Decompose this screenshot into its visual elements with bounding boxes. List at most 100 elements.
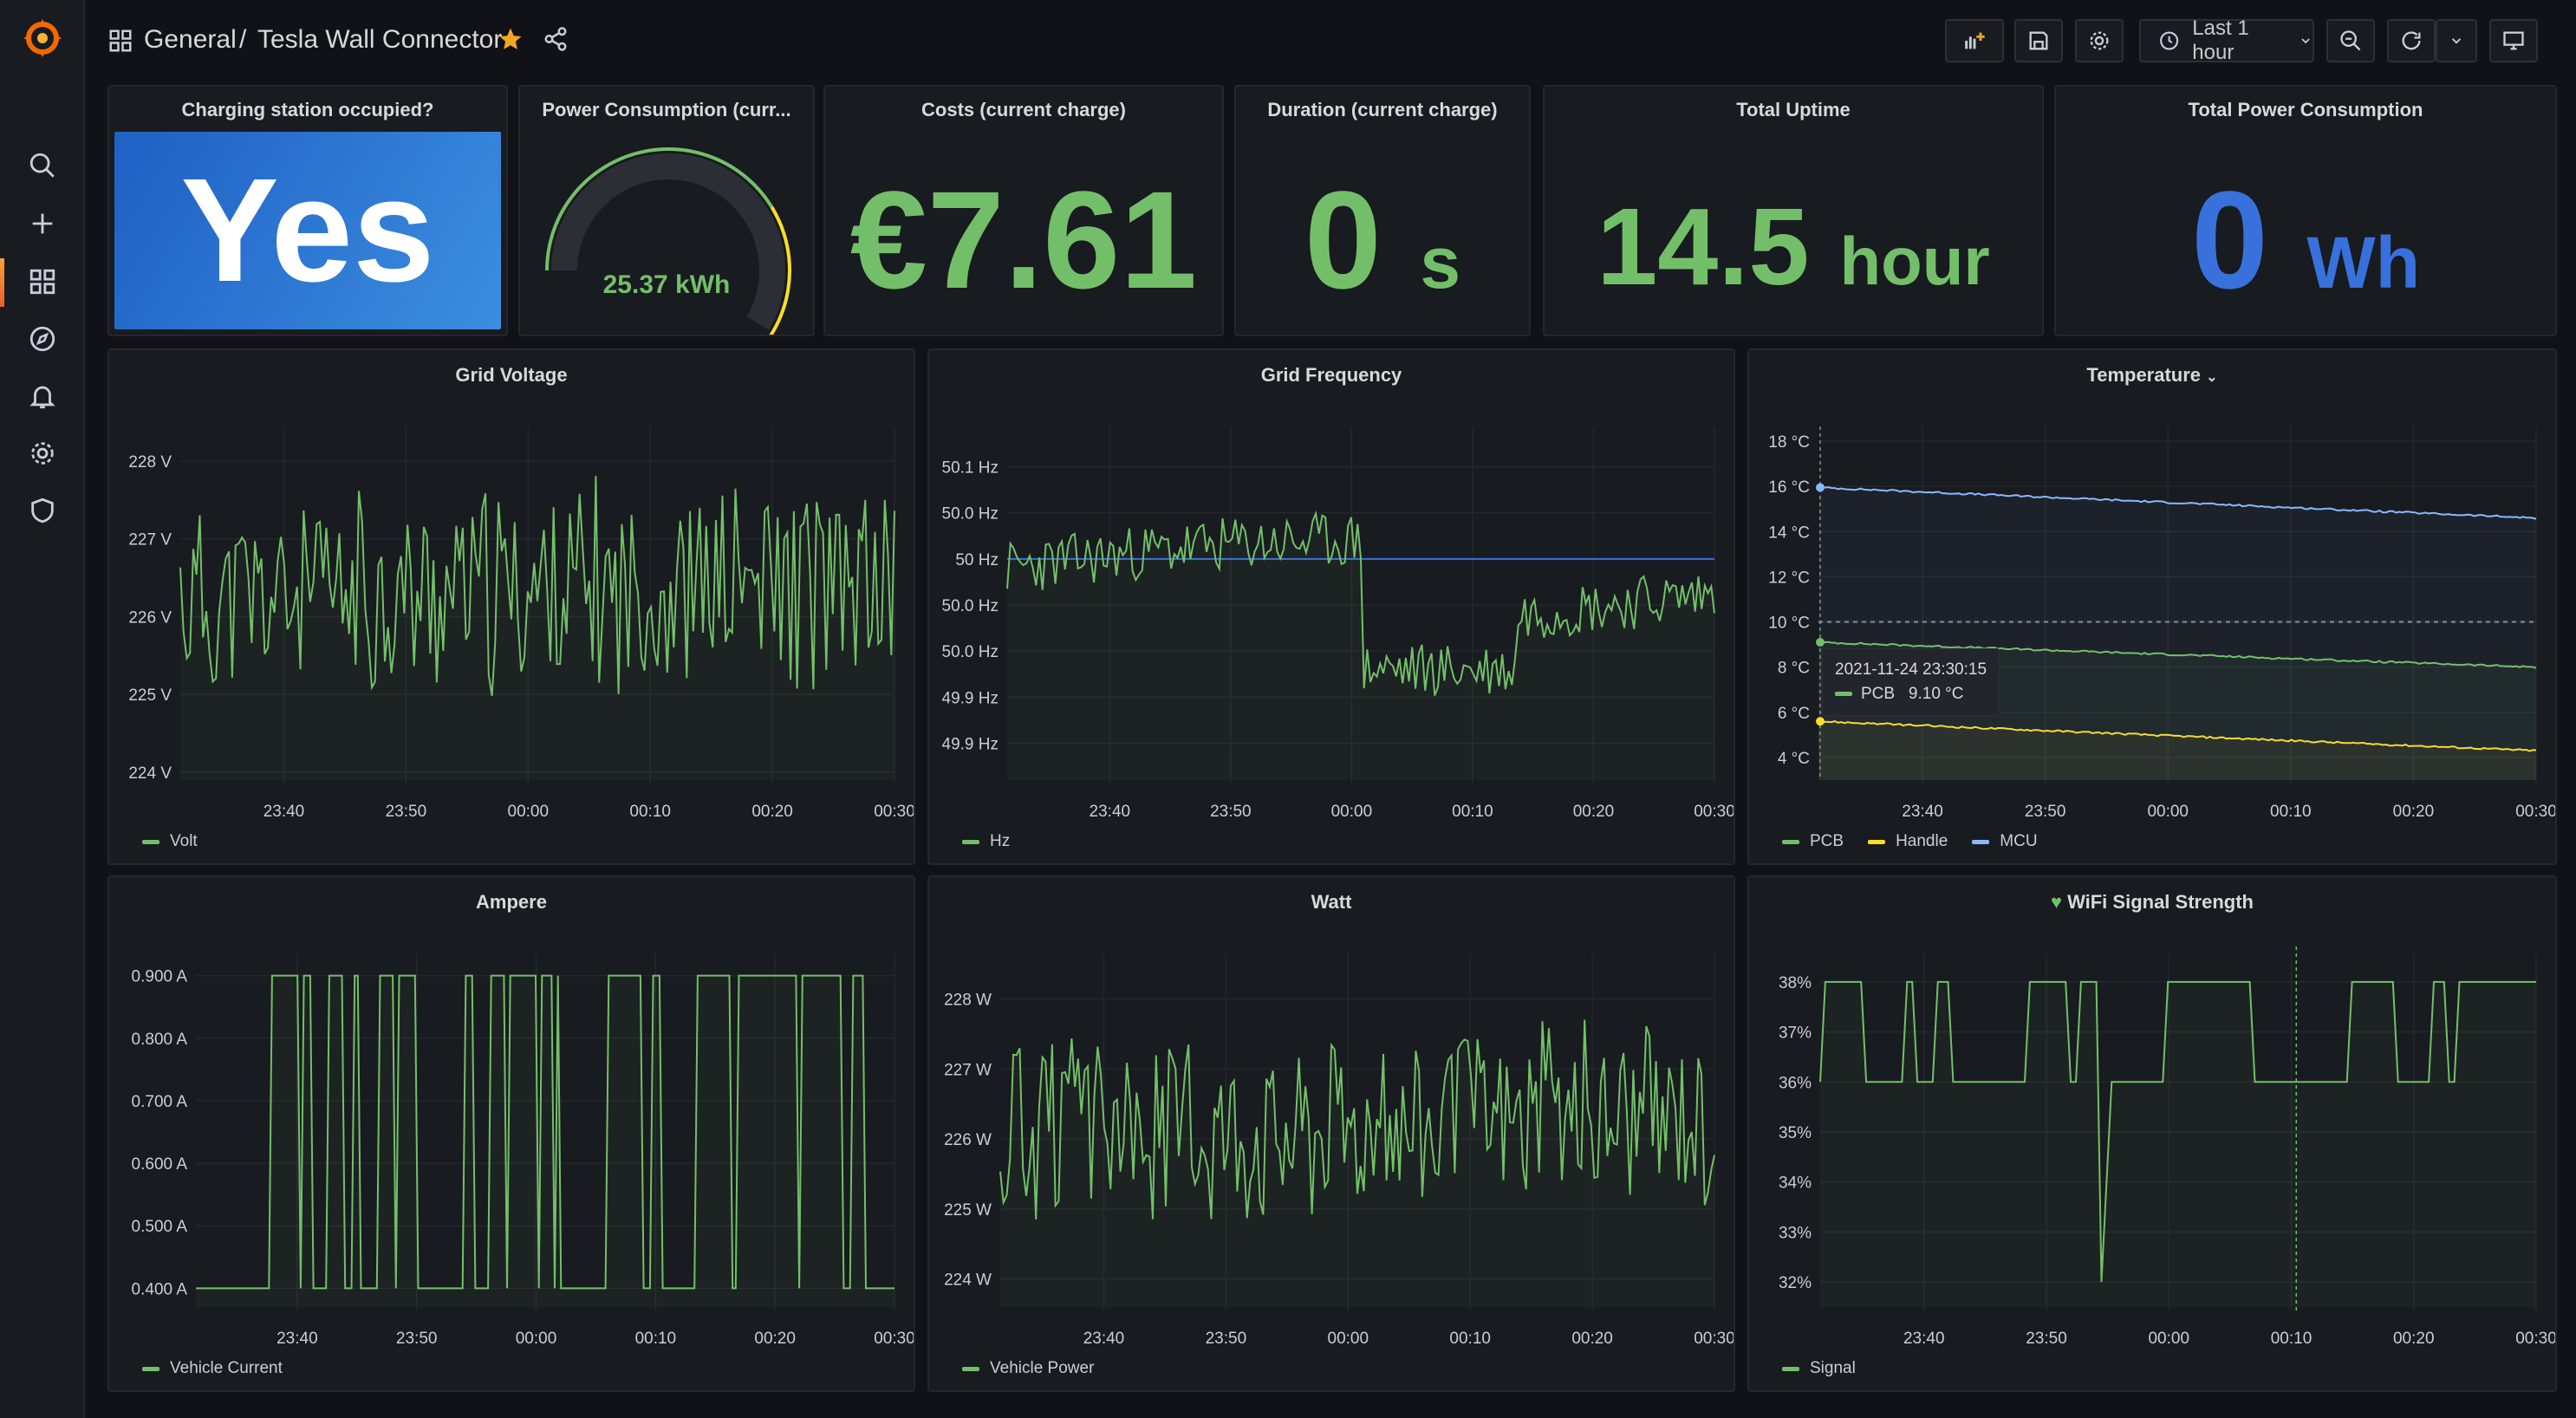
save-dashboard-button[interactable] (2014, 19, 2063, 62)
y-tick-label: 228 W (944, 991, 992, 1009)
x-tick-label: 00:00 (1328, 1330, 1369, 1348)
star-icon[interactable] (498, 26, 524, 52)
y-tick-label: 227 V (128, 531, 172, 550)
x-tick-label: 00:30 (2515, 803, 2557, 821)
dashboard-settings-button[interactable] (2075, 19, 2124, 62)
y-tick-label: 35% (1779, 1124, 1812, 1142)
legend-swatch (962, 839, 979, 844)
share-icon[interactable] (543, 26, 569, 52)
legend-item[interactable]: MCU (1972, 832, 2038, 851)
x-tick-label: 00:10 (1452, 803, 1493, 821)
legend-label: Vehicle Current (170, 1359, 283, 1377)
search-icon[interactable] (21, 144, 64, 187)
y-tick-label: 228 V (128, 453, 172, 472)
panel-total-uptime[interactable]: Total Uptime 14.5 hour (1543, 85, 2044, 336)
grafana-logo-icon[interactable] (18, 14, 67, 62)
panel-grid-frequency[interactable]: Grid Frequency 50.1 Hz 50.0 Hz 50 Hz 50.0 H… (927, 348, 1735, 865)
y-tick-label: 0.900 A (132, 968, 188, 986)
panel-total-power[interactable]: Total Power Consumption 0 Wh (2054, 85, 2557, 336)
cycle-view-mode-button[interactable] (2489, 19, 2538, 62)
panel-watt[interactable]: Watt 228 W 227 W 226 W 225 W 224 W 23:40 23:50… (927, 875, 1735, 1392)
legend-label: Hz (990, 832, 1011, 850)
chart-watt[interactable]: 228 W 227 W 226 W 225 W 224 W 23:40 23:50 00:00… (929, 877, 1735, 1392)
panel-ampere[interactable]: Ampere 0.900 A 0.800 A 0.700 A 0.600 A 0.500… (107, 875, 915, 1392)
x-tick-label: 00:30 (874, 1330, 915, 1348)
legend-swatch (1782, 1366, 1799, 1371)
legend-item[interactable]: PCB (1782, 832, 1844, 851)
panel-temperature[interactable]: Temperature ⌄ 18 °C 16 °C 14 °C 12 °C 10 °C 8… (1747, 348, 2557, 865)
chart-wifi-signal[interactable]: 38% 37% 36% 35% 34% 33% 32% 23:40 23:50 00:00 00:1… (1749, 877, 2557, 1392)
gauge-value: 25.37 kWh (602, 270, 731, 299)
hover-point (1816, 638, 1825, 647)
stat-value: €7.61 (849, 162, 1198, 317)
panel-charging-occupied[interactable]: Charging station occupied? Yes (107, 85, 508, 336)
tooltip: 2021-11-24 23:30:15 PCB 9.10 °C (1822, 648, 2000, 716)
x-tick-label: 23:40 (1083, 1330, 1125, 1348)
chart-ampere[interactable]: 0.900 A 0.800 A 0.700 A 0.600 A 0.500 A 0.400… (109, 877, 915, 1392)
add-panel-button[interactable] (1945, 19, 2004, 62)
chart-grid-voltage[interactable]: 228 V 227 V 226 V 225 V 224 V 23:40 23:50 00:00… (109, 350, 915, 865)
legend-item[interactable]: Vehicle Power (962, 1359, 1094, 1378)
shield-icon[interactable] (21, 489, 64, 532)
dashboards-icon[interactable] (21, 260, 64, 303)
panel-power-consumption[interactable]: Power Consumption (curr... 25.37 kWh (518, 85, 815, 336)
legend-item[interactable]: Signal (1782, 1359, 1856, 1378)
legend-item[interactable]: Hz (962, 832, 1010, 851)
legend-item[interactable]: Volt (142, 832, 198, 851)
tooltip-row: PCB 9.10 °C (1835, 682, 1987, 706)
refresh-interval-dropdown[interactable] (2436, 19, 2477, 62)
refresh-button[interactable] (2387, 19, 2436, 62)
panel-costs[interactable]: Costs (current charge) €7.61 (823, 85, 1224, 336)
breadcrumb-separator: / (239, 25, 247, 54)
x-tick-label: 00:10 (635, 1330, 677, 1348)
stat-value: 0 s (1236, 166, 1529, 335)
refresh-icon (2402, 31, 2421, 50)
zoom-out-button[interactable] (2326, 19, 2375, 62)
stat-number: 0 (2190, 162, 2268, 317)
x-tick-label: 23:50 (396, 1330, 438, 1348)
legend-item[interactable]: Vehicle Current (142, 1359, 283, 1378)
bell-icon[interactable] (21, 374, 64, 418)
legend-label: Vehicle Power (990, 1359, 1095, 1377)
y-tick-label: 226 V (128, 608, 172, 627)
hover-point (1816, 717, 1825, 726)
legend: Vehicle Current (142, 1359, 283, 1378)
x-tick-label: 23:40 (1902, 803, 1943, 821)
stat-value: 0 Wh (2056, 166, 2555, 335)
dashboard-title[interactable]: Tesla Wall Connector (257, 25, 502, 55)
x-tick-label: 00:00 (508, 803, 550, 821)
y-tick-label: 8 °C (1778, 660, 1810, 678)
legend-item[interactable]: Handle (1868, 832, 1948, 851)
y-tick-label: 14 °C (1768, 524, 1810, 542)
panel-title: Total Power Consumption (2188, 99, 2423, 120)
y-tick-label: 33% (1779, 1224, 1812, 1242)
legend-label: PCB (1810, 832, 1844, 850)
gear-icon[interactable] (21, 432, 64, 475)
legend-swatch (142, 1366, 159, 1371)
panel-duration[interactable]: Duration (current charge) 0 s (1234, 85, 1531, 336)
hover-point (1816, 483, 1825, 492)
chevron-down-icon (2451, 38, 2462, 44)
plus-icon[interactable] (21, 202, 64, 245)
chart-temperature[interactable]: 18 °C 16 °C 14 °C 12 °C 10 °C 8 °C 6 °C 4 °C 23:… (1749, 350, 2557, 865)
x-tick-label: 23:40 (1090, 803, 1131, 821)
legend: Volt (142, 832, 198, 851)
compass-icon[interactable] (21, 317, 64, 361)
tooltip-swatch (1835, 692, 1852, 697)
x-tick-label: 00:20 (1573, 803, 1615, 821)
x-tick-label: 00:10 (2271, 1330, 2313, 1348)
panel-grid-voltage[interactable]: Grid Voltage 228 V 227 V 226 V 225 V 224 V 23… (107, 348, 915, 865)
monitor-icon (2503, 31, 2524, 50)
tooltip-value: 9.10 °C (1908, 685, 1964, 703)
breadcrumb-folder[interactable]: General (144, 25, 237, 55)
gear-icon (2090, 31, 2109, 50)
x-tick-label: 23:40 (1903, 1330, 1945, 1348)
panel-wifi-signal[interactable]: ♥ WiFi Signal Strength 38% 37% 36% 35% 34% 33%… (1747, 875, 2557, 1392)
time-range-picker[interactable]: Last 1 hour (2139, 16, 2314, 64)
chart-grid-frequency[interactable]: 50.1 Hz 50.0 Hz 50 Hz 50.0 Hz 50.0 Hz 49.9 Hz… (929, 350, 1735, 865)
tooltip-series: PCB (1861, 685, 1896, 703)
y-tick-label: 225 V (128, 686, 172, 705)
y-tick-label: 50 Hz (955, 551, 999, 569)
stat-value: Yes (114, 132, 501, 329)
y-tick-label: 16 °C (1768, 478, 1810, 497)
